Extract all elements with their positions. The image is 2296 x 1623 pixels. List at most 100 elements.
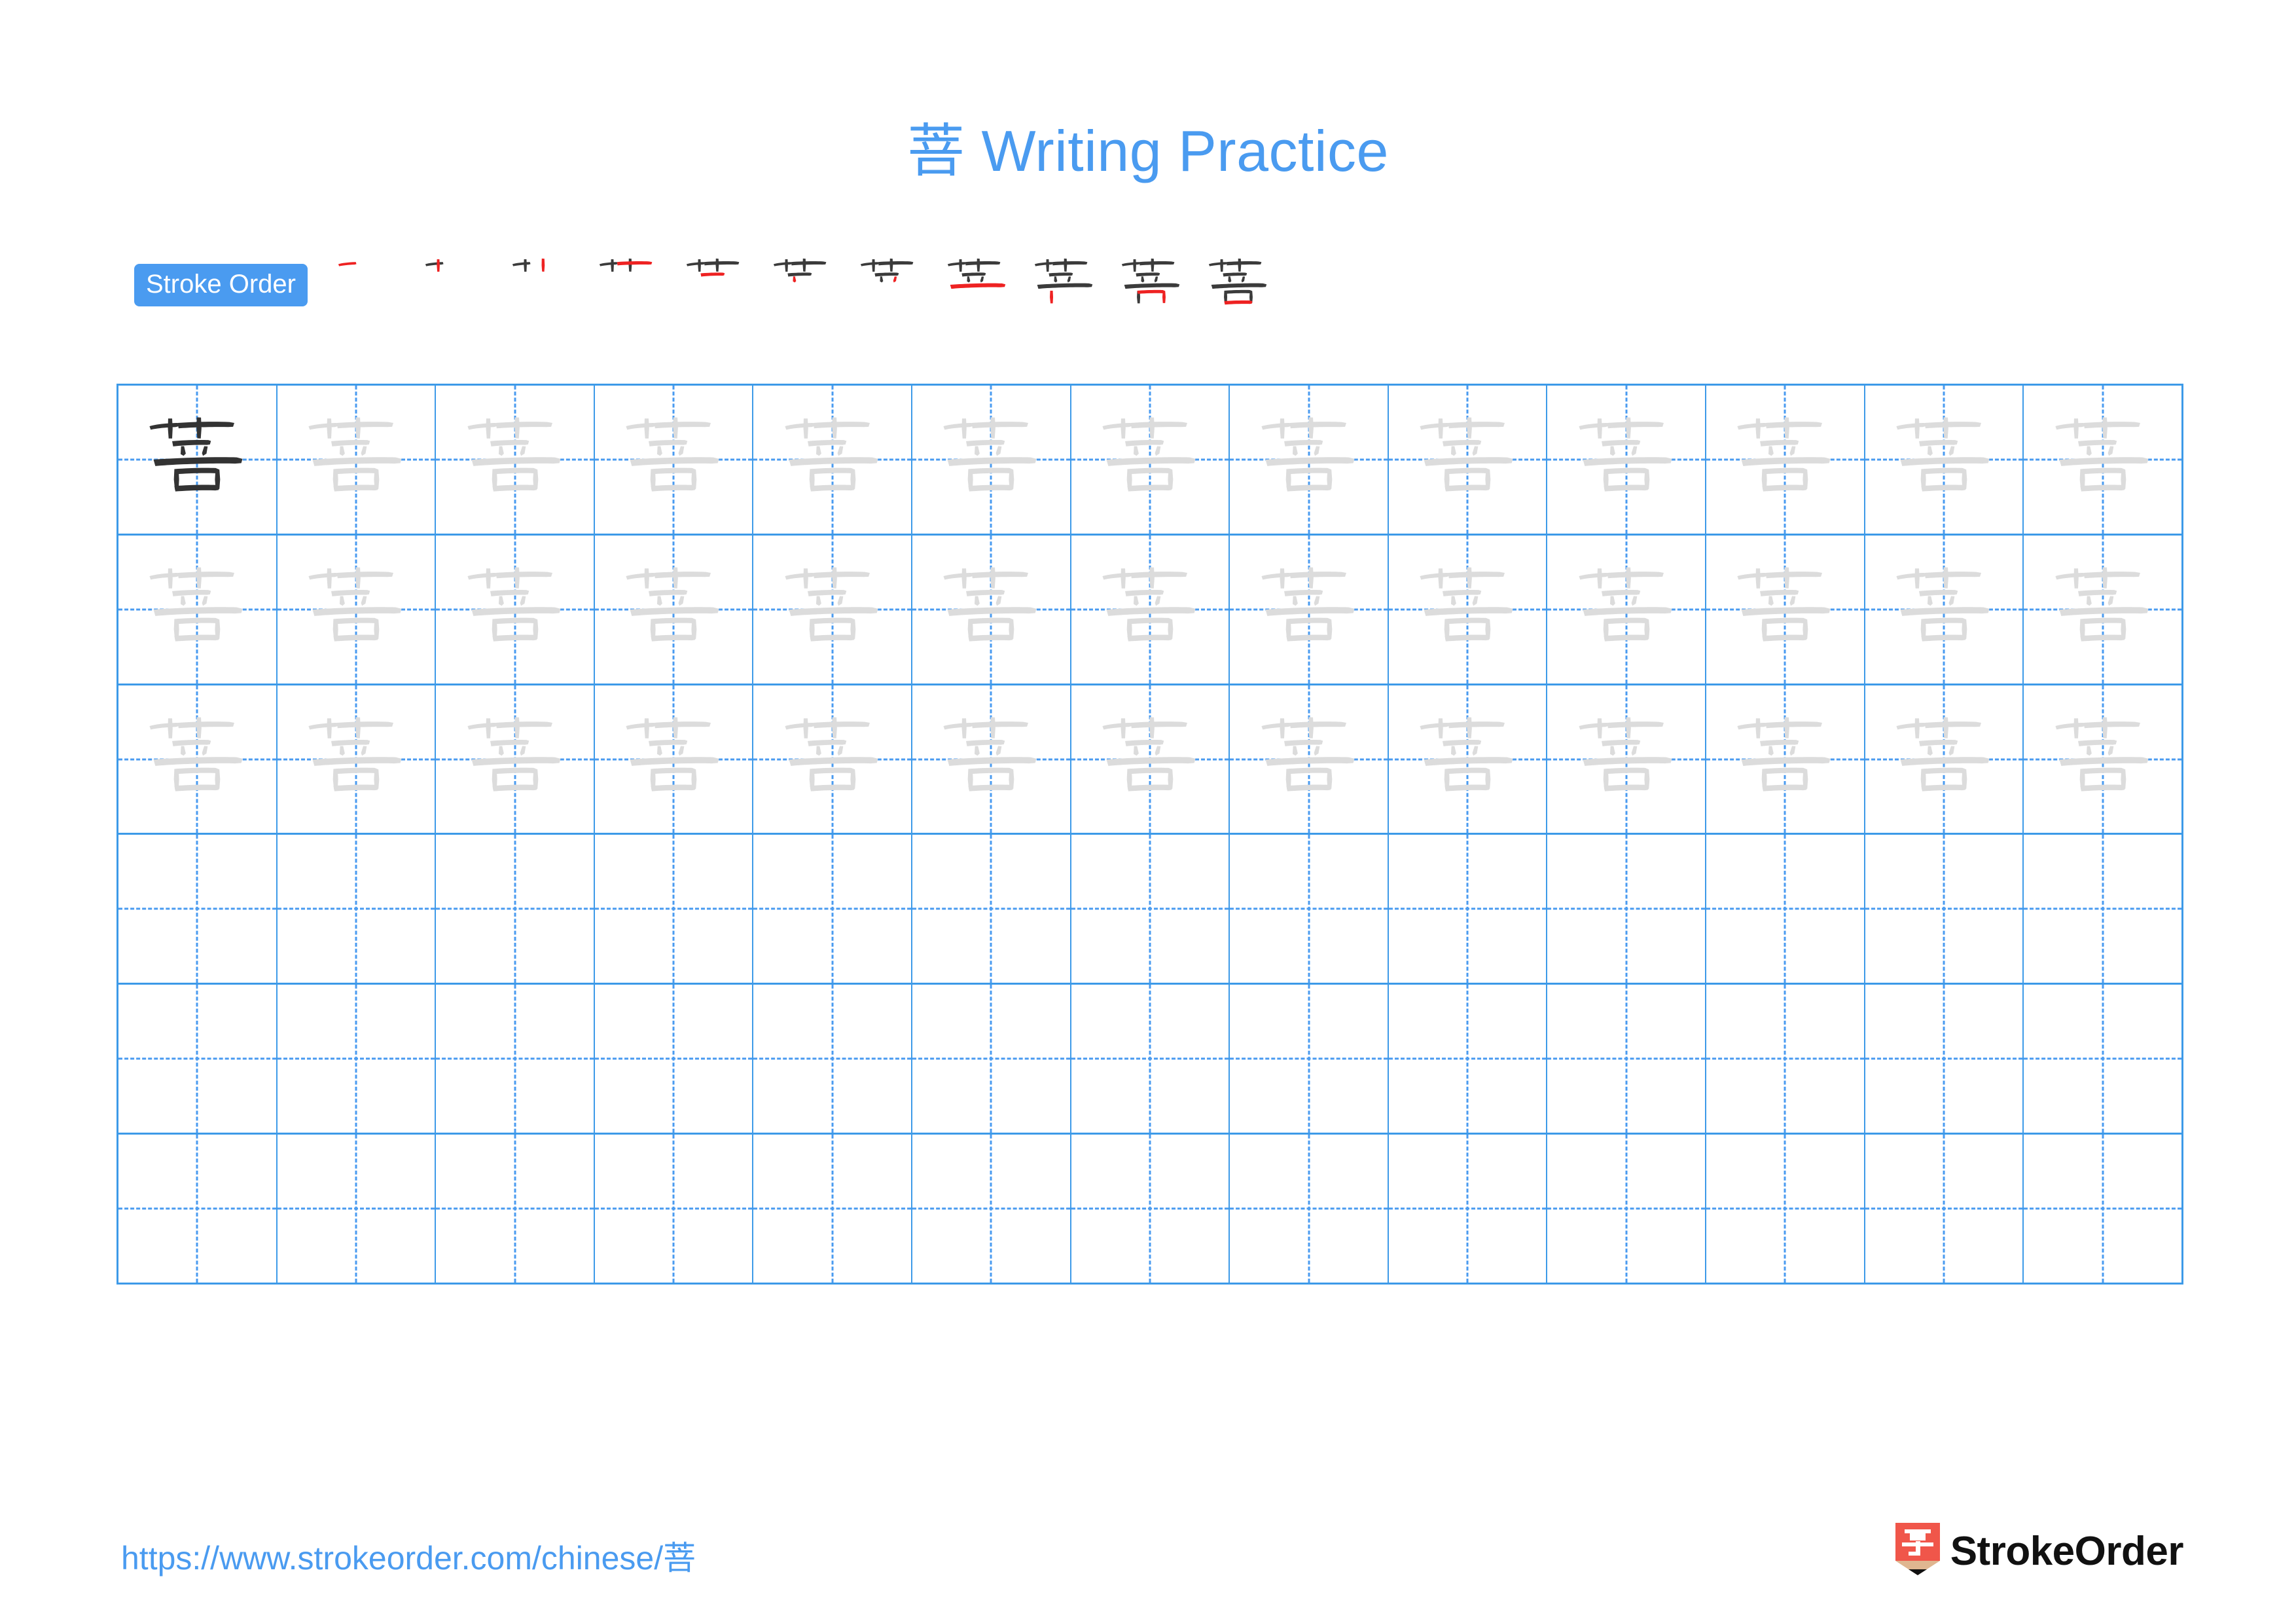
practice-cell-r6-c7[interactable] (1071, 1135, 1230, 1283)
practice-cell-r2-c10[interactable] (1547, 535, 1707, 684)
practice-cell-r4-c6[interactable] (912, 835, 1071, 983)
practice-cell-r1-c4[interactable] (595, 386, 754, 534)
practice-cell-r5-c8[interactable] (1230, 985, 1389, 1133)
practice-cell-r3-c10[interactable] (1547, 685, 1707, 833)
practice-cell-r3-c8[interactable] (1230, 685, 1389, 833)
practice-cell-r6-c2[interactable] (278, 1135, 437, 1283)
practice-cell-r5-c4[interactable] (595, 985, 754, 1133)
grid-row-6 (118, 1135, 2181, 1283)
practice-cell-r3-c5[interactable] (753, 685, 913, 833)
practice-cell-r3-c11[interactable] (1706, 685, 1865, 833)
practice-cell-r5-c11[interactable] (1706, 985, 1865, 1133)
practice-cell-r4-c2[interactable] (278, 835, 437, 983)
practice-cell-r3-c2[interactable] (278, 685, 437, 833)
practice-cell-r1-c6[interactable] (912, 386, 1071, 534)
practice-cell-r5-c7[interactable] (1071, 985, 1230, 1133)
practice-cell-r2-c3[interactable] (436, 535, 595, 684)
practice-cell-r2-c13[interactable] (2024, 536, 2181, 684)
trace-character (118, 536, 276, 684)
trace-character (1389, 386, 1547, 534)
page-title: 菩 Writing Practice (907, 119, 1389, 183)
practice-cell-r5-c13[interactable] (2024, 985, 2181, 1133)
practice-cell-r5-c1[interactable] (118, 985, 278, 1133)
practice-cell-r4-c5[interactable] (753, 835, 913, 983)
practice-cell-r4-c4[interactable] (595, 835, 754, 983)
practice-cell-r6-c4[interactable] (595, 1135, 754, 1283)
practice-cell-r2-c6[interactable] (912, 535, 1071, 684)
practice-cell-r2-c9[interactable] (1389, 535, 1548, 684)
practice-grid (117, 384, 2183, 1285)
trace-character (1547, 685, 1705, 833)
practice-cell-r3-c12[interactable] (1865, 685, 2024, 833)
practice-cell-r6-c13[interactable] (2024, 1135, 2181, 1283)
practice-cell-r1-c8[interactable] (1230, 386, 1389, 534)
practice-cell-r5-c10[interactable] (1547, 985, 1707, 1133)
brand-name: StrokeOrder (1950, 1529, 2184, 1574)
source-url[interactable]: https://www.strokeorder.com/chinese/菩 (121, 1532, 696, 1579)
trace-character (753, 536, 911, 684)
grid-row-1 (118, 386, 2181, 536)
practice-cell-r6-c11[interactable] (1706, 1135, 1865, 1283)
practice-cell-r6-c6[interactable] (912, 1135, 1071, 1283)
grid-row-2 (118, 535, 2181, 685)
practice-cell-r5-c2[interactable] (278, 985, 437, 1133)
trace-character (2024, 386, 2181, 534)
practice-cell-r4-c12[interactable] (1865, 835, 2024, 983)
practice-cell-r3-c4[interactable] (595, 685, 754, 833)
practice-cell-r6-c8[interactable] (1230, 1135, 1389, 1283)
practice-cell-r4-c3[interactable] (436, 835, 595, 983)
practice-cell-r1-c1[interactable] (118, 386, 278, 534)
practice-cell-r1-c13[interactable] (2024, 386, 2181, 534)
practice-cell-r2-c4[interactable] (595, 535, 754, 684)
trace-character (1865, 386, 2023, 534)
practice-cell-r1-c10[interactable] (1547, 386, 1707, 534)
practice-cell-r2-c12[interactable] (1865, 535, 2024, 684)
practice-cell-r4-c11[interactable] (1706, 835, 1865, 983)
practice-cell-r6-c9[interactable] (1389, 1135, 1548, 1283)
practice-cell-r2-c2[interactable] (278, 535, 437, 684)
trace-character (912, 685, 1070, 833)
practice-cell-r5-c3[interactable] (436, 985, 595, 1133)
grid-row-5 (118, 985, 2181, 1135)
practice-cell-r2-c5[interactable] (753, 535, 913, 684)
practice-cell-r6-c3[interactable] (436, 1135, 595, 1283)
practice-cell-r6-c5[interactable] (753, 1135, 913, 1283)
practice-cell-r5-c6[interactable] (912, 985, 1071, 1133)
practice-cell-r2-c1[interactable] (118, 535, 278, 684)
practice-cell-r1-c11[interactable] (1706, 386, 1865, 534)
practice-cell-r3-c9[interactable] (1389, 685, 1548, 833)
practice-cell-r4-c9[interactable] (1389, 835, 1548, 983)
practice-cell-r4-c7[interactable] (1071, 835, 1230, 983)
trace-character (2024, 536, 2181, 684)
practice-cell-r4-c10[interactable] (1547, 835, 1707, 983)
trace-character (1865, 685, 2023, 833)
trace-character (436, 685, 594, 833)
practice-cell-r5-c5[interactable] (753, 985, 913, 1133)
practice-cell-r1-c2[interactable] (278, 386, 437, 534)
practice-cell-r3-c3[interactable] (436, 685, 595, 833)
stroke-step-7 (847, 242, 934, 327)
practice-cell-r2-c7[interactable] (1071, 535, 1230, 684)
practice-cell-r6-c12[interactable] (1865, 1135, 2024, 1283)
practice-cell-r1-c9[interactable] (1389, 386, 1548, 534)
practice-cell-r5-c9[interactable] (1389, 985, 1548, 1133)
practice-cell-r1-c7[interactable] (1071, 386, 1230, 534)
practice-cell-r3-c7[interactable] (1071, 685, 1230, 833)
practice-cell-r3-c6[interactable] (912, 685, 1071, 833)
practice-cell-r5-c12[interactable] (1865, 985, 2024, 1133)
trace-character (118, 685, 276, 833)
trace-character (595, 386, 753, 534)
practice-cell-r1-c5[interactable] (753, 386, 913, 534)
practice-cell-r4-c13[interactable] (2024, 835, 2181, 983)
practice-cell-r1-c12[interactable] (1865, 386, 2024, 534)
practice-cell-r1-c3[interactable] (436, 386, 595, 534)
practice-cell-r6-c1[interactable] (118, 1135, 278, 1283)
practice-cell-r3-c13[interactable] (2024, 685, 2181, 833)
practice-cell-r2-c11[interactable] (1706, 535, 1865, 684)
practice-cell-r4-c8[interactable] (1230, 835, 1389, 983)
practice-cell-r2-c8[interactable] (1230, 535, 1389, 684)
practice-cell-r3-c1[interactable] (118, 685, 278, 833)
practice-cell-r6-c10[interactable] (1547, 1135, 1707, 1283)
practice-cell-r4-c1[interactable] (118, 835, 278, 983)
trace-character (278, 685, 435, 833)
